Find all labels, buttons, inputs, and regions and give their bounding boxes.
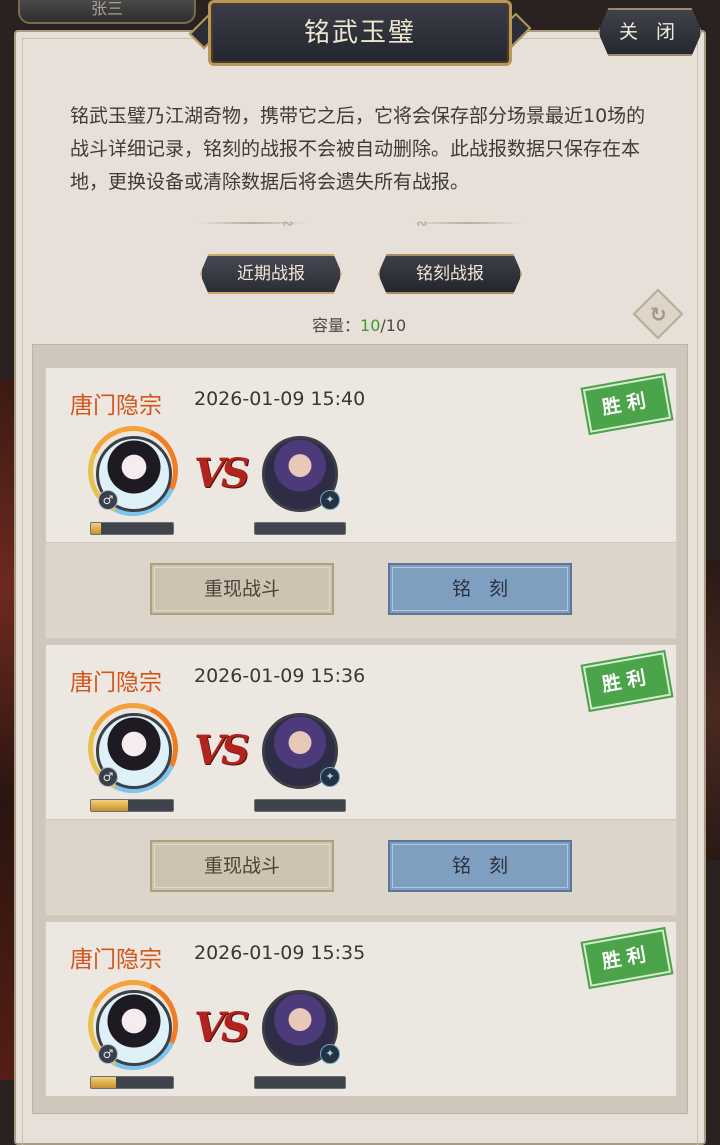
report-card-actions: 重现战斗 铭刻	[46, 819, 676, 915]
weapon-icon: ✦	[320, 767, 340, 787]
window-title: 铭武玉璧	[208, 0, 512, 66]
capacity-total: /10	[380, 316, 407, 335]
opponent-avatar[interactable]: ✦	[262, 713, 340, 789]
report-card: 唐门隐宗 2026-01-09 15:40 胜利 ♂ VS ✦ 重现战斗 铭刻	[45, 367, 677, 639]
vs-icon: VS	[194, 1004, 250, 1051]
report-timestamp: 2026-01-09 15:36	[194, 665, 366, 687]
description-text: 铭武玉璧乃江湖奇物，携带它之后，它将会保存部分场景最近10场的战斗详细记录，铭刻…	[70, 105, 646, 193]
opponent-avatar[interactable]: ✦	[262, 436, 340, 512]
capacity-indicator: 容量：10/10	[312, 312, 406, 336]
player-avatar[interactable]: ♂	[75, 967, 191, 1083]
report-card: 唐门隐宗 2026-01-09 15:35 胜利 ♂ VS ✦	[45, 921, 677, 1097]
report-list[interactable]: 唐门隐宗 2026-01-09 15:40 胜利 ♂ VS ✦ 重现战斗 铭刻 …	[32, 344, 688, 1114]
tab-recent-reports[interactable]: 近期战报	[200, 254, 342, 294]
divider-ornament-left-icon: ∾	[282, 216, 294, 232]
report-card-header: 唐门隐宗 2026-01-09 15:36 胜利 ♂ VS ✦	[46, 645, 676, 819]
progress-fill	[91, 1077, 116, 1088]
report-card-header: 唐门隐宗 2026-01-09 15:40 胜利 ♂ VS ✦	[46, 368, 676, 542]
vs-icon: VS	[194, 450, 250, 497]
male-icon: ♂	[98, 490, 118, 510]
tab-engraved-reports[interactable]: 铭刻战报	[378, 254, 522, 294]
player-progress-bar	[90, 799, 174, 812]
report-card-header: 唐门隐宗 2026-01-09 15:35 胜利 ♂ VS ✦	[46, 922, 676, 1096]
vs-icon: VS	[194, 727, 250, 774]
weapon-icon: ✦	[320, 490, 340, 510]
player-progress-bar	[90, 1076, 174, 1089]
player-name-tab: 张三	[18, 0, 196, 24]
close-button[interactable]: 关 闭	[598, 8, 702, 56]
report-timestamp: 2026-01-09 15:40	[194, 388, 366, 410]
report-timestamp: 2026-01-09 15:35	[194, 942, 366, 964]
sect-name: 唐门隐宗	[70, 947, 162, 973]
engrave-button[interactable]: 铭刻	[388, 563, 572, 615]
divider-right	[412, 222, 522, 224]
divider-ornament-right-icon: ∾	[416, 216, 428, 232]
report-card: 唐门隐宗 2026-01-09 15:36 胜利 ♂ VS ✦ 重现战斗 铭刻	[45, 644, 677, 916]
opponent-progress-bar	[254, 522, 346, 535]
sect-name: 唐门隐宗	[70, 670, 162, 696]
opponent-progress-bar	[254, 799, 346, 812]
victory-stamp: 胜利	[580, 926, 674, 990]
capacity-used: 10	[360, 316, 381, 335]
weapon-icon: ✦	[320, 1044, 340, 1064]
sect-name: 唐门隐宗	[70, 393, 162, 419]
player-avatar[interactable]: ♂	[75, 690, 191, 806]
victory-stamp: 胜利	[580, 649, 674, 713]
opponent-avatar[interactable]: ✦	[262, 990, 340, 1066]
player-progress-bar	[90, 522, 174, 535]
capacity-label: 容量：	[312, 316, 361, 335]
engrave-button[interactable]: 铭刻	[388, 840, 572, 892]
replay-battle-button[interactable]: 重现战斗	[150, 840, 334, 892]
player-avatar[interactable]: ♂	[75, 413, 191, 529]
male-icon: ♂	[98, 767, 118, 787]
opponent-progress-bar	[254, 1076, 346, 1089]
victory-stamp: 胜利	[580, 372, 674, 436]
male-icon: ♂	[98, 1044, 118, 1064]
progress-fill	[91, 800, 128, 811]
replay-battle-button[interactable]: 重现战斗	[150, 563, 334, 615]
progress-fill	[91, 523, 101, 534]
report-card-actions: 重现战斗 铭刻	[46, 542, 676, 638]
